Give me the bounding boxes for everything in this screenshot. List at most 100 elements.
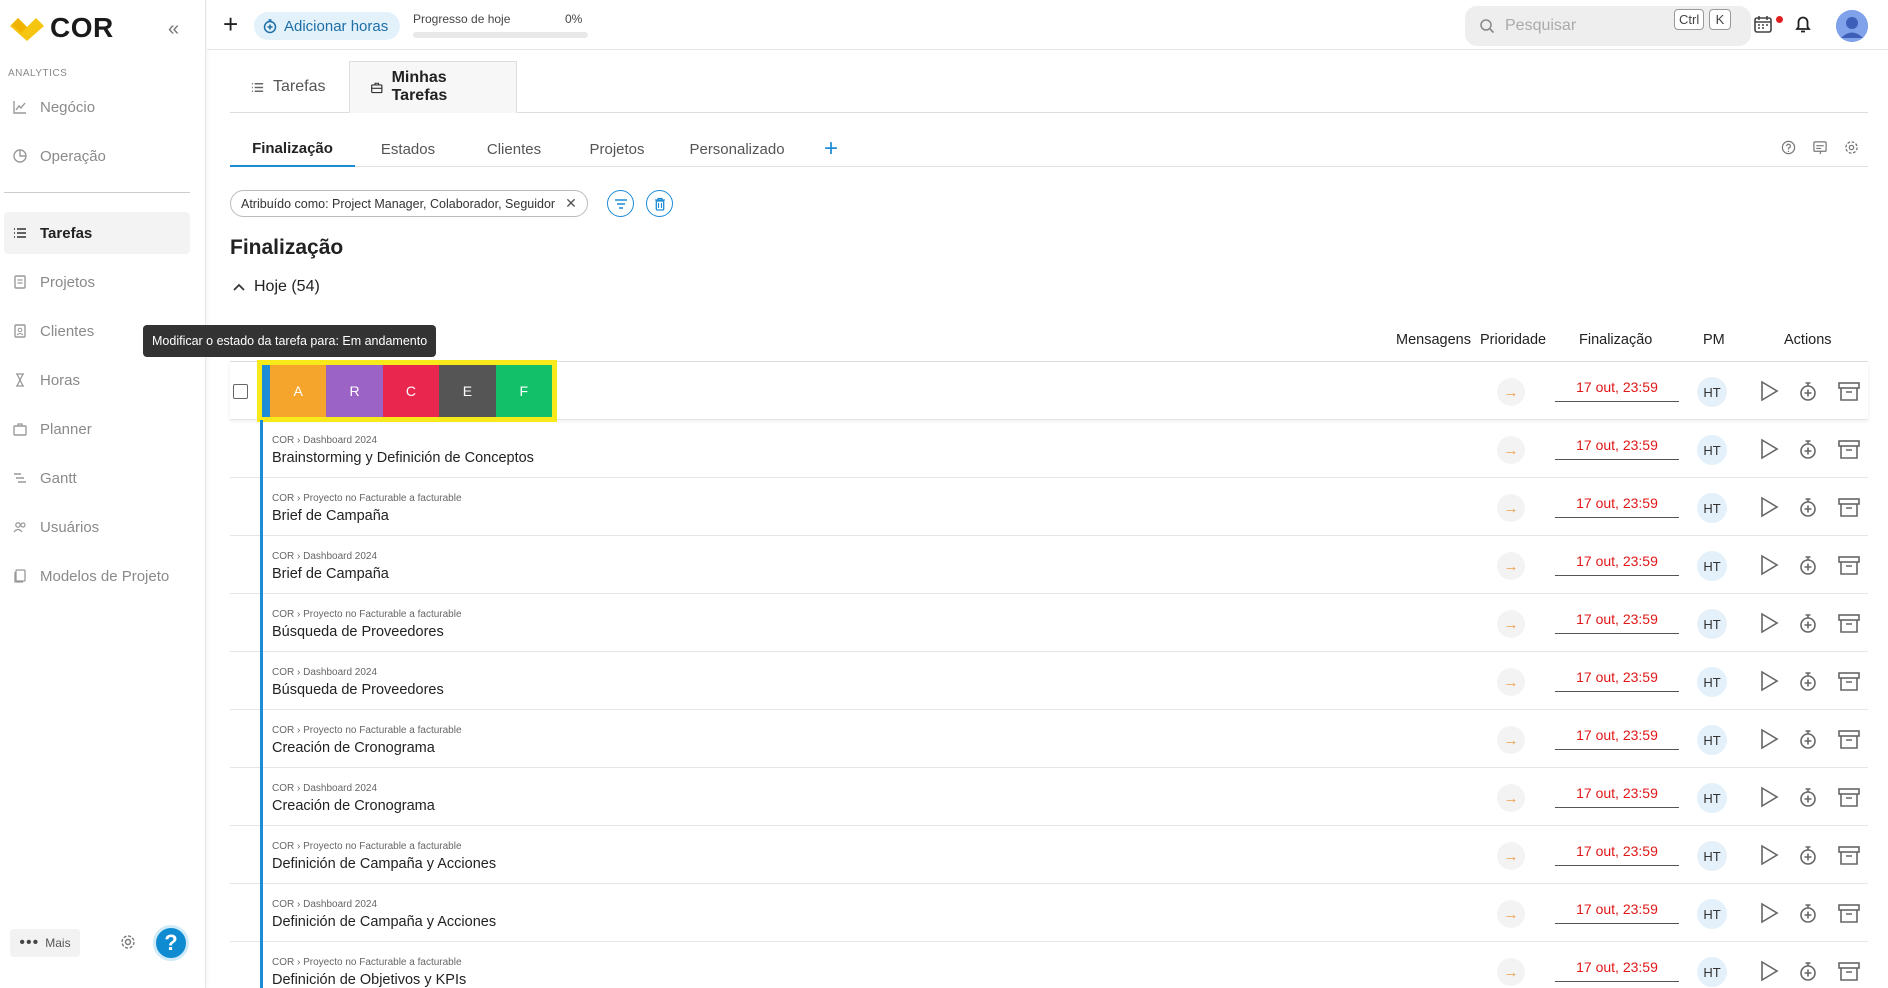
- row-checkbox[interactable]: [233, 384, 248, 399]
- sidebar-item-horas[interactable]: Horas: [4, 359, 190, 401]
- priority-arrow-icon[interactable]: →: [1497, 436, 1525, 464]
- row-task-name[interactable]: Brainstorming y Definición de Conceptos: [272, 450, 534, 466]
- tab-minhas-tarefas[interactable]: Minhas Tarefas: [349, 61, 517, 113]
- timer-plus-icon[interactable]: [1798, 379, 1818, 408]
- archive-icon[interactable]: [1837, 727, 1861, 756]
- priority-arrow-icon[interactable]: →: [1497, 958, 1525, 986]
- feedback-icon[interactable]: [1812, 140, 1828, 160]
- timer-plus-icon[interactable]: [1798, 495, 1818, 524]
- header-messages[interactable]: Mensagens: [1396, 332, 1471, 348]
- priority-arrow-icon[interactable]: →: [1497, 900, 1525, 928]
- add-view-icon[interactable]: +: [824, 135, 838, 163]
- table-row[interactable]: COR › Dashboard 2024 Búsqueda de Proveed…: [230, 652, 1868, 710]
- row-task-name[interactable]: Búsqueda de Proveedores: [272, 682, 444, 698]
- play-icon[interactable]: [1758, 843, 1780, 872]
- row-task-name[interactable]: Definición de Campaña y Acciones: [272, 914, 496, 930]
- status-option-r[interactable]: R: [326, 365, 383, 417]
- row-breadcrumb[interactable]: COR › Proyecto no Facturable a facturabl…: [272, 609, 462, 620]
- collapse-sidebar-icon[interactable]: «: [168, 18, 179, 41]
- group-toggle-hoje[interactable]: Hoje (54): [232, 278, 320, 296]
- archive-icon[interactable]: [1837, 843, 1861, 872]
- timer-plus-icon[interactable]: [1798, 669, 1818, 698]
- sidebar-item-negocio[interactable]: Negócio: [4, 86, 190, 128]
- status-option-a[interactable]: A: [269, 365, 327, 417]
- play-icon[interactable]: [1758, 959, 1780, 988]
- due-date[interactable]: 17 out, 23:59: [1555, 894, 1679, 924]
- table-row[interactable]: COR › Proyecto no Facturable a facturabl…: [230, 942, 1868, 988]
- priority-arrow-icon[interactable]: →: [1497, 668, 1525, 696]
- header-priority[interactable]: Prioridade: [1480, 332, 1546, 348]
- pm-avatar[interactable]: HT: [1697, 667, 1727, 697]
- pm-avatar[interactable]: HT: [1697, 609, 1727, 639]
- archive-icon[interactable]: [1837, 669, 1861, 698]
- row-breadcrumb[interactable]: COR › Dashboard 2024: [272, 551, 377, 562]
- sidebar-item-gantt[interactable]: Gantt: [4, 457, 190, 499]
- row-task-name[interactable]: Brief de Campaña: [272, 508, 389, 524]
- archive-icon[interactable]: [1837, 495, 1861, 524]
- sidebar-item-modelos-de-projeto[interactable]: Modelos de Projeto: [4, 555, 190, 597]
- archive-icon[interactable]: [1837, 785, 1861, 814]
- add-hours-button[interactable]: Adicionar horas: [254, 12, 401, 40]
- timer-plus-icon[interactable]: [1798, 785, 1818, 814]
- tab-tarefas[interactable]: Tarefas: [230, 61, 349, 113]
- row-task-name[interactable]: Búsqueda de Proveedores: [272, 624, 444, 640]
- play-icon[interactable]: [1758, 901, 1780, 930]
- due-date[interactable]: 17 out, 23:59: [1555, 778, 1679, 808]
- row-task-name[interactable]: Definición de Objetivos y KPIs: [272, 972, 466, 988]
- table-row[interactable]: COR › Proyecto no Facturable a facturabl…: [230, 478, 1868, 536]
- question-icon[interactable]: [1781, 140, 1796, 160]
- row-breadcrumb[interactable]: COR › Proyecto no Facturable a facturabl…: [272, 841, 462, 852]
- table-row[interactable]: COR › Dashboard 2024 Creación de Cronogr…: [230, 768, 1868, 826]
- timer-plus-icon[interactable]: [1798, 553, 1818, 582]
- row-breadcrumb[interactable]: COR › Dashboard 2024: [272, 783, 377, 794]
- play-icon[interactable]: [1758, 669, 1780, 698]
- archive-icon[interactable]: [1837, 611, 1861, 640]
- row-breadcrumb[interactable]: COR › Dashboard 2024: [272, 899, 377, 910]
- play-icon[interactable]: [1758, 495, 1780, 524]
- timer-plus-icon[interactable]: [1798, 843, 1818, 872]
- table-row[interactable]: COR › Dashboard 2024 Brainstorming y Def…: [230, 420, 1868, 478]
- sidebar-item-usuarios[interactable]: Usuários: [4, 506, 190, 548]
- due-date[interactable]: 17 out, 23:59: [1555, 662, 1679, 692]
- header-due[interactable]: Finalização: [1579, 332, 1652, 348]
- sidebar-item-tarefas[interactable]: Tarefas: [4, 212, 190, 254]
- due-date[interactable]: 17 out, 23:59: [1555, 430, 1679, 460]
- view-tab-finalizacao[interactable]: Finalização: [230, 131, 355, 167]
- view-tab-clientes[interactable]: Clientes: [461, 131, 567, 167]
- archive-icon[interactable]: [1837, 959, 1861, 988]
- priority-arrow-icon[interactable]: →: [1497, 494, 1525, 522]
- plus-icon[interactable]: +: [223, 11, 238, 37]
- trash-icon[interactable]: [646, 190, 673, 217]
- row-breadcrumb[interactable]: COR › Proyecto no Facturable a facturabl…: [272, 493, 462, 504]
- priority-arrow-icon[interactable]: →: [1497, 842, 1525, 870]
- archive-icon[interactable]: [1837, 553, 1861, 582]
- pm-avatar[interactable]: HT: [1697, 551, 1727, 581]
- timer-plus-icon[interactable]: [1798, 611, 1818, 640]
- status-option-c[interactable]: C: [382, 365, 440, 417]
- header-pm[interactable]: PM: [1703, 332, 1725, 348]
- play-icon[interactable]: [1758, 437, 1780, 466]
- table-row[interactable]: A R C E F → 17 out, 23:59 HT: [230, 360, 1868, 422]
- pm-avatar[interactable]: HT: [1697, 899, 1727, 929]
- help-icon[interactable]: ?: [153, 925, 189, 961]
- view-tab-projetos[interactable]: Projetos: [567, 131, 667, 167]
- row-breadcrumb[interactable]: COR › Proyecto no Facturable a facturabl…: [272, 725, 462, 736]
- table-row[interactable]: COR › Proyecto no Facturable a facturabl…: [230, 826, 1868, 884]
- timer-plus-icon[interactable]: [1798, 959, 1818, 988]
- pm-avatar[interactable]: HT: [1697, 493, 1727, 523]
- due-date[interactable]: 17 out, 23:59: [1555, 372, 1679, 402]
- settings-gear-icon[interactable]: [120, 934, 136, 955]
- row-task-name[interactable]: Creación de Cronograma: [272, 740, 435, 756]
- calendar-icon[interactable]: [1753, 14, 1773, 39]
- timer-plus-icon[interactable]: [1798, 901, 1818, 930]
- due-date[interactable]: 17 out, 23:59: [1555, 546, 1679, 576]
- pm-avatar[interactable]: HT: [1697, 957, 1727, 987]
- play-icon[interactable]: [1758, 611, 1780, 640]
- due-date[interactable]: 17 out, 23:59: [1555, 488, 1679, 518]
- archive-icon[interactable]: [1837, 901, 1861, 930]
- pm-avatar[interactable]: HT: [1697, 377, 1727, 407]
- row-task-name[interactable]: Definición de Campaña y Acciones: [272, 856, 496, 872]
- timer-plus-icon[interactable]: [1798, 437, 1818, 466]
- table-row[interactable]: COR › Dashboard 2024 Brief de Campaña → …: [230, 536, 1868, 594]
- view-tab-personalizado[interactable]: Personalizado: [667, 131, 807, 167]
